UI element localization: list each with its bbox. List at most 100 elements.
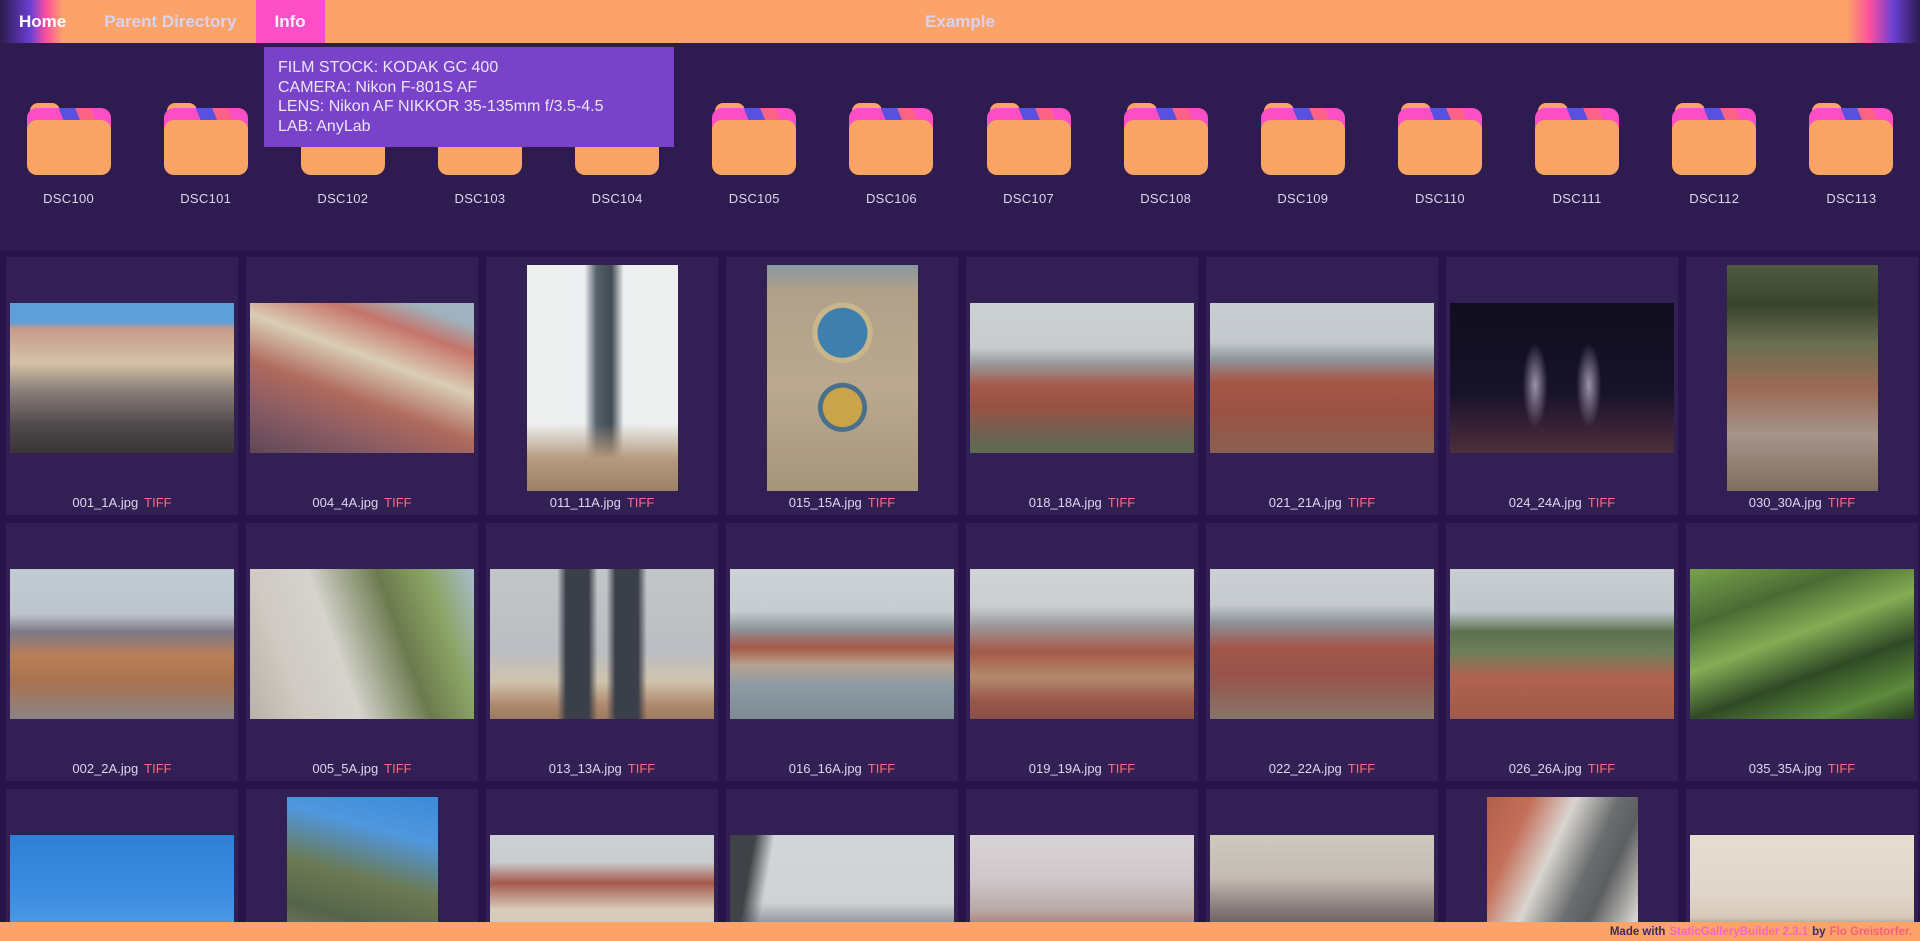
photo-filename: 005_5A.jpg [312,761,378,776]
tiff-link[interactable]: TIFF [1588,495,1615,510]
folder-item[interactable]: DSC100 [0,103,137,206]
photo-thumbnail[interactable] [970,835,1194,922]
tiff-link[interactable]: TIFF [384,761,411,776]
folder-item[interactable]: DSC111 [1509,103,1646,206]
photo-thumbnail[interactable] [767,265,918,491]
photo-thumbnail[interactable] [10,835,234,922]
info-line-camera: CAMERA: Nikon F-801S AF [278,78,660,98]
photo-thumbnail[interactable] [250,303,474,453]
photo-caption: 022_22A.jpgTIFF [1269,757,1375,781]
tiff-link[interactable]: TIFF [868,495,895,510]
photo-thumbnail[interactable] [527,265,678,491]
tiff-link[interactable]: TIFF [144,761,171,776]
gallery-cell: 016_16A.jpgTIFF [726,523,958,781]
photo-thumbnail[interactable] [287,797,438,922]
tiff-link[interactable]: TIFF [1108,761,1135,776]
top-nav: Home Parent Directory Info Example [0,0,1920,43]
folder-item[interactable]: DSC106 [823,103,960,206]
photo-caption: 013_13A.jpgTIFF [549,757,655,781]
info-line-lab: LAB: AnyLab [278,117,660,137]
info-popup: FILM STOCK: KODAK GC 400 CAMERA: Nikon F… [264,47,674,147]
folder-label: DSC110 [1415,191,1465,206]
folder-label: DSC108 [1140,191,1191,206]
photo-filename: 030_30A.jpg [1749,495,1822,510]
nav-home-link[interactable]: Home [0,0,85,43]
folder-label: DSC111 [1553,191,1602,206]
folder-item[interactable]: DSC101 [137,103,274,206]
folder-icon [987,103,1071,175]
tiff-link[interactable]: TIFF [868,761,895,776]
folder-item[interactable]: DSC112 [1646,103,1783,206]
photo-thumbnail[interactable] [1450,303,1674,453]
photo-thumbnail[interactable] [250,569,474,719]
tiff-link[interactable]: TIFF [1588,761,1615,776]
photo-caption: 002_2A.jpgTIFF [72,757,171,781]
folder-item[interactable]: DSC110 [1371,103,1508,206]
photo-thumbnail[interactable] [490,835,714,922]
folder-icon [1124,103,1208,175]
photo-thumbnail[interactable] [730,569,954,719]
photo-thumbnail[interactable] [730,835,954,922]
gallery-cell [1686,789,1918,922]
photo-filename: 004_4A.jpg [312,495,378,510]
photo-filename: 021_21A.jpg [1269,495,1342,510]
photo-caption: 018_18A.jpg TIFF [1029,491,1135,515]
photo-thumbnail[interactable] [490,569,714,719]
tiff-link[interactable]: TIFF [1108,495,1135,510]
tiff-link[interactable]: TIFF [144,495,171,510]
tiff-link[interactable]: TIFF [1348,495,1375,510]
photo-filename: 019_19A.jpg [1029,761,1102,776]
photo-filename: 035_35A.jpg [1749,761,1822,776]
photo-thumbnail[interactable] [970,569,1194,719]
folder-label: DSC106 [866,191,917,206]
tiff-link[interactable]: TIFF [1348,761,1375,776]
folder-item[interactable]: DSC113 [1783,103,1920,206]
gallery-cell: 004_4A.jpg TIFF [246,257,478,515]
photo-thumbnail[interactable] [10,569,234,719]
gallery-cell: 001_1A.jpg TIFF [6,257,238,515]
photo-thumbnail[interactable] [1727,265,1878,491]
folder-item[interactable]: DSC105 [686,103,823,206]
gallery-cell [966,789,1198,922]
gallery-cell [726,789,958,922]
gallery-cell: 035_35A.jpg TIFF [1686,523,1918,781]
gallery-cell: 024_24A.jpgTIFF [1446,257,1678,515]
folder-item[interactable]: DSC109 [1234,103,1371,206]
tiff-link[interactable]: TIFF [1828,495,1855,510]
photo-thumbnail[interactable] [1487,797,1638,922]
info-line-lens: LENS: Nikon AF NIKKOR 35-135mm f/3.5-4.5 [278,97,660,117]
gallery-cell: 005_5A.jpg TIFF [246,523,478,781]
photo-thumbnail[interactable] [1690,835,1914,922]
photo-thumbnail[interactable] [970,303,1194,453]
folder-icon [164,103,248,175]
photo-filename: 001_1A.jpg [72,495,138,510]
tiff-link[interactable]: TIFF [628,761,655,776]
nav-parent-directory-link[interactable]: Parent Directory [85,0,255,43]
photo-thumbnail[interactable] [1210,569,1434,719]
photo-filename: 015_15A.jpg [789,495,862,510]
gallery-cell: 019_19A.jpg TIFF [966,523,1198,781]
tiff-link[interactable]: TIFF [627,495,654,510]
footer-author-link[interactable]: Flo Greistorfer. [1830,926,1912,938]
photo-caption: 030_30A.jpg TIFF [1749,491,1855,515]
folder-item[interactable]: DSC108 [1097,103,1234,206]
photo-thumbnail[interactable] [1210,303,1434,453]
photo-filename: 018_18A.jpg [1029,495,1102,510]
nav-info-tab[interactable]: Info [256,0,325,43]
photo-thumbnail[interactable] [1210,835,1434,922]
info-line-film-stock: FILM STOCK: KODAK GC 400 [278,58,660,78]
photo-thumbnail[interactable] [1690,569,1914,719]
footer-builder-link[interactable]: StaticGalleryBuilder 2.3.1 [1669,926,1808,938]
folder-icon [1535,103,1619,175]
folder-item[interactable]: DSC107 [960,103,1097,206]
footer: Made with StaticGalleryBuilder 2.3.1 by … [0,922,1920,941]
folder-icon [27,103,111,175]
gallery-cell [1206,789,1438,922]
tiff-link[interactable]: TIFF [1828,761,1855,776]
folder-icon [849,103,933,175]
folder-label: DSC112 [1689,191,1739,206]
photo-thumbnail[interactable] [10,303,234,453]
tiff-link[interactable]: TIFF [384,495,411,510]
photo-thumbnail[interactable] [1450,569,1674,719]
folder-icon [1261,103,1345,175]
